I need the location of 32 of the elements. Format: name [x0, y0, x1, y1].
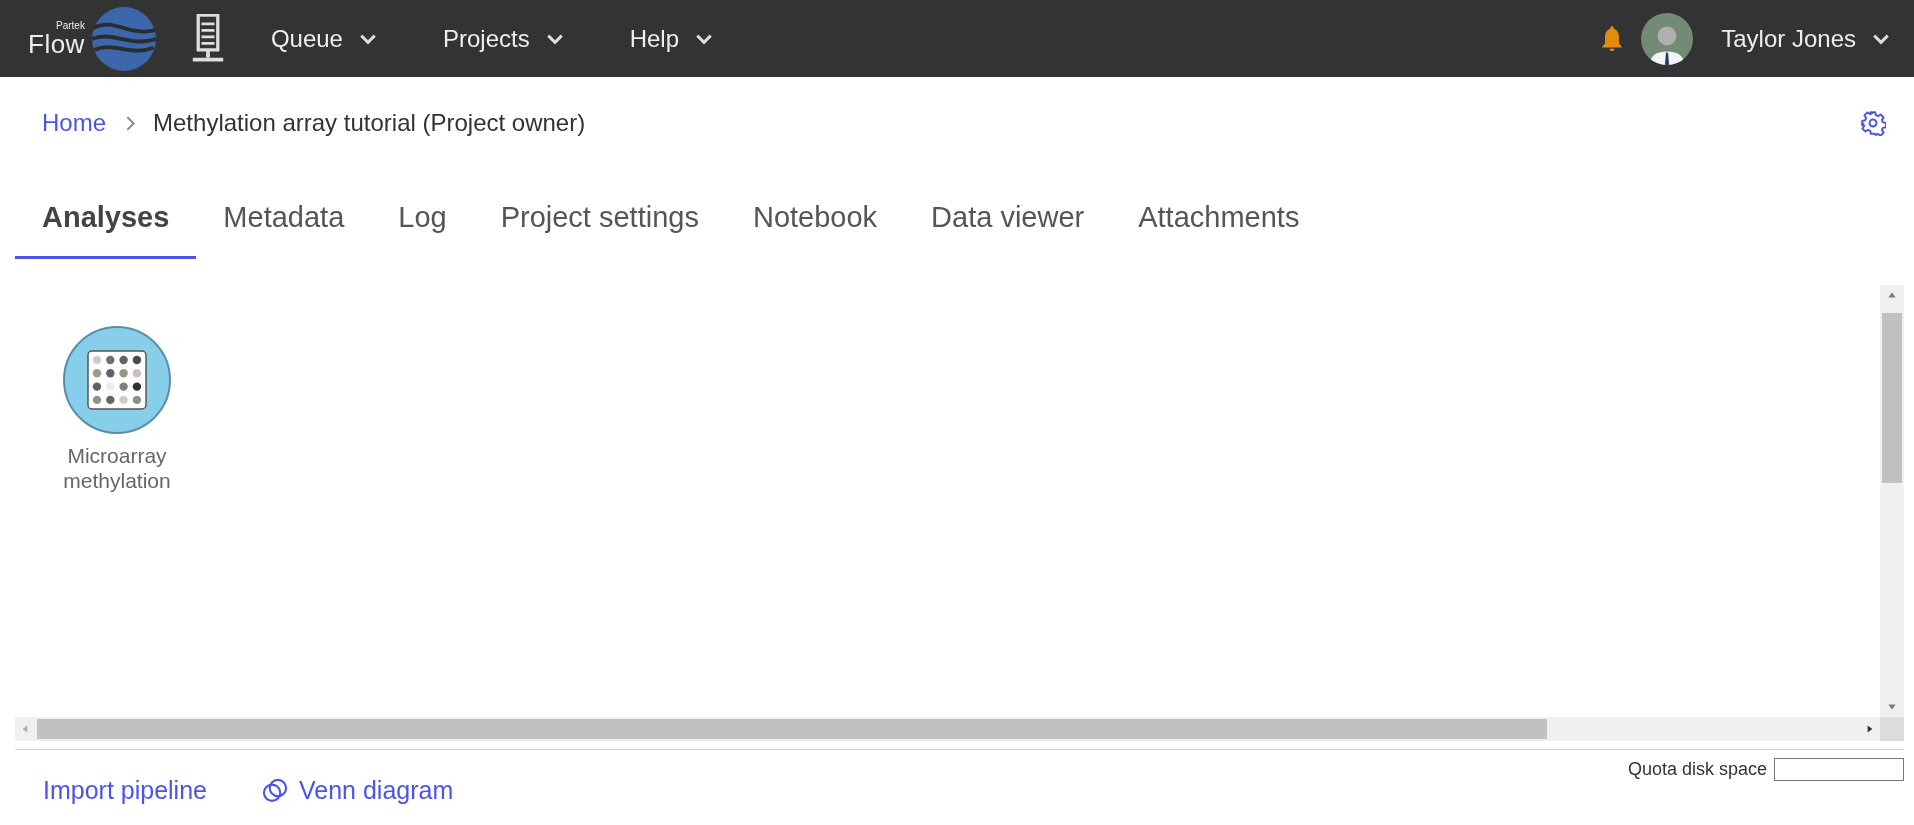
server-icon[interactable]	[190, 13, 225, 64]
breadcrumb-current: Methylation array tutorial (Project owner)	[153, 109, 586, 137]
tab[interactable]: Metadata	[196, 193, 372, 259]
wave-globe-logo-icon	[90, 5, 157, 72]
chevron-down-icon[interactable]	[695, 32, 714, 45]
breadcrumb-link[interactable]: Home	[42, 109, 107, 137]
nav-menu[interactable]: Help	[617, 24, 726, 53]
venn-diagram-link[interactable]: Venn diagram	[261, 776, 454, 805]
logo-brand-text: Partek	[56, 20, 85, 31]
quota-label: Quota disk space	[1627, 759, 1767, 780]
tab[interactable]: Analyses	[15, 193, 197, 259]
venn-diagram-icon[interactable]	[261, 776, 289, 805]
logo-product-text: Flow	[28, 30, 85, 57]
tab[interactable]: Project settings	[473, 193, 726, 259]
nav-menu[interactable]: Queue	[258, 24, 389, 53]
tab[interactable]: Attachments	[1111, 193, 1327, 259]
chevron-down-icon[interactable]	[358, 32, 377, 45]
chevron-down-icon[interactable]	[1872, 32, 1890, 45]
nav-menu[interactable]: Projects	[430, 24, 576, 53]
user-menu[interactable]: Taylor Jones	[1709, 24, 1902, 53]
tab[interactable]: Data viewer	[904, 193, 1112, 259]
scrollbar-corner	[1880, 717, 1904, 741]
chevron-right-icon	[125, 114, 137, 132]
settings-icon[interactable]	[1860, 110, 1886, 136]
microarray-node-icon[interactable]	[62, 325, 172, 435]
footer-link[interactable]: Import pipeline	[43, 776, 207, 805]
tab[interactable]: Log	[371, 193, 474, 259]
vertical-scrollbar[interactable]	[1880, 285, 1904, 717]
node-label: Microarray methylation	[62, 443, 172, 494]
horizontal-scrollbar[interactable]	[15, 717, 1880, 741]
chevron-down-icon[interactable]	[545, 32, 564, 45]
tab[interactable]: Notebook	[725, 193, 905, 259]
